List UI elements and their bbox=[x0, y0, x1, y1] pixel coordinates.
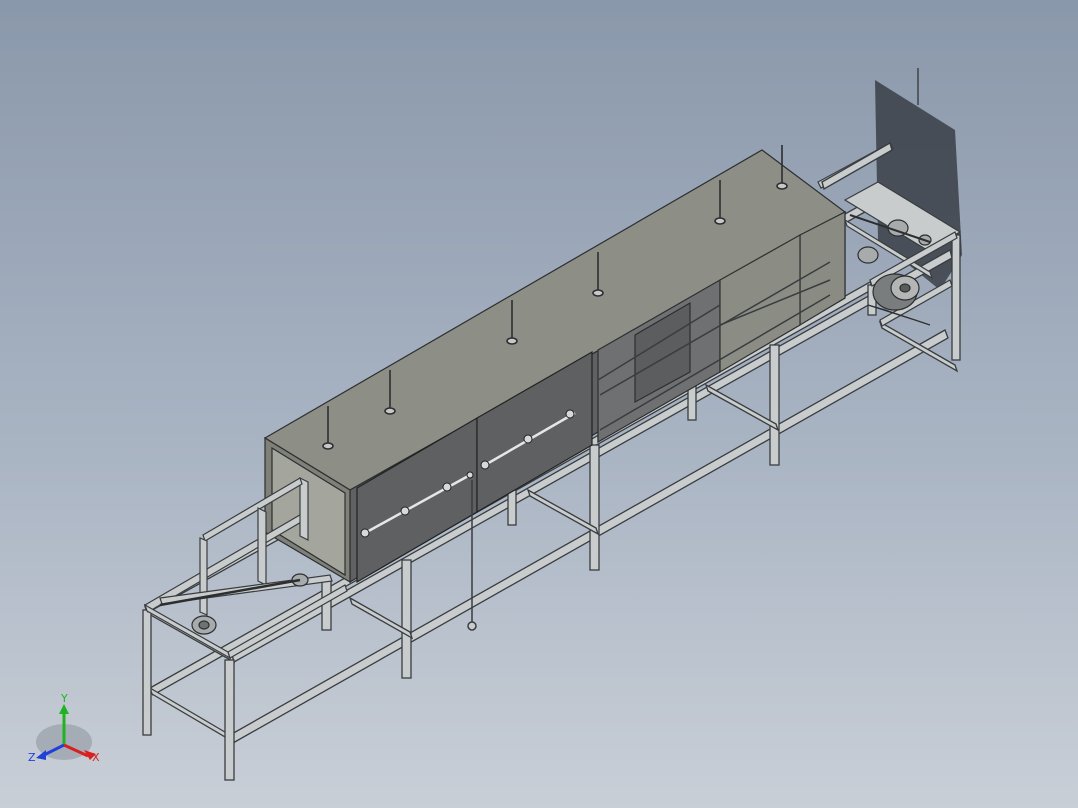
cad-viewport[interactable]: Y X Z bbox=[0, 0, 1078, 808]
z-axis-label: Z bbox=[28, 751, 36, 764]
y-axis-arrowhead bbox=[59, 704, 69, 714]
orientation-triad[interactable]: Y X Z bbox=[24, 690, 114, 780]
y-axis-label: Y bbox=[60, 692, 68, 705]
x-axis-label: X bbox=[92, 751, 100, 764]
conveyor-oven-model[interactable] bbox=[0, 0, 1078, 808]
